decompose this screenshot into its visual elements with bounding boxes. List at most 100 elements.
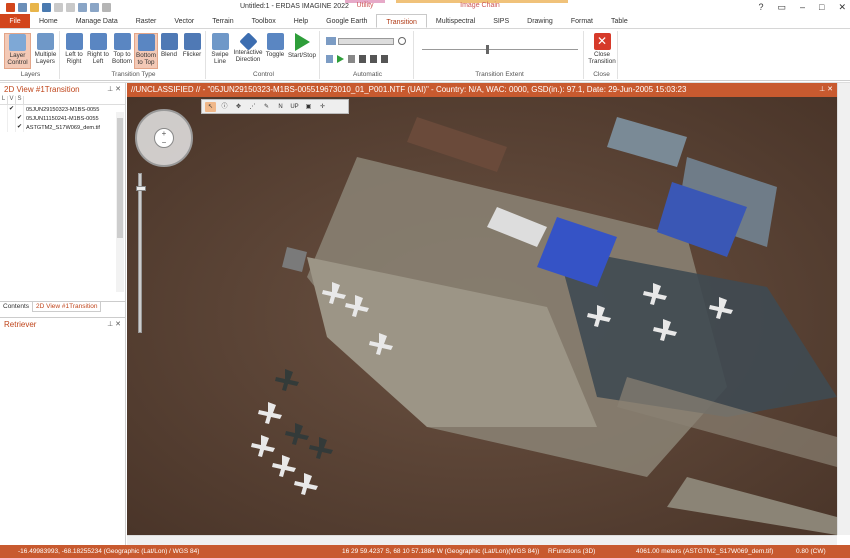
title-bar: Untitled:1 - ERDAS IMAGINE 2022 Utility …: [0, 0, 850, 14]
zoom-in-out-icon[interactable]: + −: [154, 128, 174, 148]
down-icon[interactable]: [370, 55, 377, 63]
zoom-slider-knob[interactable]: [136, 186, 146, 191]
pause-icon[interactable]: [348, 55, 355, 63]
tab-raster[interactable]: Raster: [127, 14, 166, 28]
layer-row[interactable]: ✔ ASTGTM2_S17W069_dem.tif: [0, 123, 125, 132]
tab-toolbox[interactable]: Toolbox: [243, 14, 285, 28]
multiple-layers-button[interactable]: Multiple Layers: [32, 33, 59, 65]
group-label-transition-type: Transition Type: [111, 71, 156, 78]
step-forward-icon[interactable]: [359, 55, 366, 63]
save-icon[interactable]: [42, 2, 51, 12]
undo-icon[interactable]: [54, 2, 63, 12]
left-to-right-icon: [65, 33, 83, 50]
speed-slider[interactable]: [338, 38, 394, 45]
help-icon[interactable]: ?: [758, 2, 763, 13]
flicker-icon: [183, 33, 201, 50]
viewer-2d[interactable]: //UNCLASSIFIED // - "05JUN29150323-M1BS-…: [127, 83, 837, 535]
tab-manage-data[interactable]: Manage Data: [67, 14, 127, 28]
layers-icon[interactable]: ▣: [303, 102, 314, 112]
tab-2d-view[interactable]: 2D View #1Transition: [32, 302, 102, 312]
extent-slider[interactable]: [422, 49, 578, 50]
bottom-to-top-button[interactable]: Bottom to Top: [134, 33, 158, 69]
right-to-left-icon: [89, 33, 107, 50]
loop-icon[interactable]: [398, 37, 406, 45]
left-panel-tabs: Contents 2D View #1Transition: [0, 301, 126, 312]
play-small-icon[interactable]: [337, 55, 344, 63]
viewer-vertical-scrollbar[interactable]: [837, 83, 850, 535]
open-icon[interactable]: [30, 2, 39, 12]
toggle-button[interactable]: Toggle: [264, 33, 286, 58]
layer-visibility-checkbox[interactable]: ✔: [16, 114, 24, 123]
layer-visibility-checkbox[interactable]: ✔: [16, 123, 24, 132]
zoom-slider[interactable]: [136, 173, 146, 333]
tab-multispectral[interactable]: Multispectral: [427, 14, 484, 28]
start-stop-button[interactable]: Start/Stop: [286, 33, 318, 59]
layers-scrollbar[interactable]: [116, 112, 124, 292]
group-label-control: Control: [253, 71, 274, 78]
interactive-direction-button[interactable]: Interactive Direction: [232, 32, 264, 63]
viewer-window-controls[interactable]: ⊥ ✕: [819, 83, 833, 97]
contents-panel-title: 2D View #1Transition: [4, 85, 80, 94]
redo-icon[interactable]: [66, 2, 75, 12]
tab-terrain[interactable]: Terrain: [203, 14, 242, 28]
tab-drawing[interactable]: Drawing: [518, 14, 562, 28]
swipe-line-button[interactable]: Swipe Line: [208, 33, 232, 65]
drag-icon[interactable]: ✥: [233, 102, 244, 112]
maximize-button[interactable]: □: [819, 2, 824, 13]
app-icon[interactable]: [6, 2, 15, 12]
tab-home[interactable]: Home: [30, 14, 67, 28]
select-icon[interactable]: ↖: [205, 101, 216, 112]
sketch-icon[interactable]: ✎: [261, 102, 272, 112]
left-to-right-button[interactable]: Left to Right: [62, 33, 86, 65]
crosshair-icon[interactable]: ✛: [317, 102, 328, 112]
tab-sips[interactable]: SIPS: [484, 14, 518, 28]
pin-icon[interactable]: ⊥ ✕: [107, 83, 121, 96]
blend-button[interactable]: Blend: [158, 33, 180, 58]
status-rfunctions: RFunctions (3D): [548, 548, 596, 555]
zoom-icon[interactable]: [78, 2, 87, 12]
tab-transition[interactable]: Transition: [376, 14, 427, 28]
navigation-wheel[interactable]: + −: [135, 109, 193, 167]
info-icon[interactable]: ⓘ: [219, 102, 230, 112]
layer-row[interactable]: ✔ 05JUN11150241-M1BS-0055: [0, 114, 125, 123]
step-back-icon[interactable]: [326, 55, 333, 63]
close-window-button[interactable]: ✕: [838, 2, 846, 13]
viewer-title-bar: //UNCLASSIFIED // - "05JUN29150323-M1BS-…: [127, 83, 837, 97]
group-label-automatic: Automatic: [353, 71, 382, 78]
tab-help[interactable]: Help: [285, 14, 317, 28]
layer-column-header: L V S: [0, 96, 125, 105]
minimize-button[interactable]: –: [800, 2, 805, 13]
tab-contents[interactable]: Contents: [0, 302, 32, 312]
viewer-mini-toolbar: ↖ ⓘ ✥ ⋰ ✎ N UP ▣ ✛: [201, 99, 349, 114]
layer-control-button[interactable]: Layer Control: [4, 33, 31, 69]
tab-google-earth[interactable]: Google Earth: [317, 14, 376, 28]
close-transition-button[interactable]: ✕ Close Transition: [586, 33, 618, 65]
retriever-pin-icon[interactable]: ⊥ ✕: [107, 318, 121, 331]
north-icon[interactable]: N: [275, 102, 286, 112]
tab-vector[interactable]: Vector: [165, 14, 203, 28]
tab-format[interactable]: Format: [562, 14, 602, 28]
measure-icon[interactable]: ⋰: [247, 102, 258, 112]
layer-visibility-checkbox[interactable]: ✔: [8, 105, 16, 114]
right-to-left-button[interactable]: Right to Left: [86, 33, 110, 65]
status-rotation: 0.80 (CW): [796, 548, 826, 555]
pan-icon[interactable]: [90, 2, 99, 12]
tab-table[interactable]: Table: [602, 14, 637, 28]
customize-icon[interactable]: [102, 2, 111, 12]
tab-file[interactable]: File: [0, 14, 30, 28]
flicker-button[interactable]: Flicker: [180, 33, 204, 58]
layer-name: 05JUN11150241-M1BS-0055: [26, 115, 99, 122]
new-icon[interactable]: [18, 2, 27, 12]
speed-icon: [326, 37, 336, 45]
satellite-image[interactable]: ↖ ⓘ ✥ ⋰ ✎ N UP ▣ ✛ + −: [127, 97, 837, 535]
close-transition-icon: ✕: [593, 33, 611, 50]
blend-icon: [160, 33, 178, 50]
viewer-horizontal-scrollbar[interactable]: [127, 535, 837, 545]
up-arrow-icon[interactable]: UP: [289, 102, 300, 112]
interactive-direction-icon: [238, 32, 258, 51]
extent-slider-thumb[interactable]: [486, 45, 489, 54]
ribbon-options-icon[interactable]: ▭: [777, 2, 786, 13]
top-to-bottom-button[interactable]: Top to Bottom: [110, 33, 134, 65]
up-icon[interactable]: [381, 55, 388, 63]
layer-row[interactable]: ✔ 05JUN29150323-M1BS-0055: [0, 105, 125, 114]
